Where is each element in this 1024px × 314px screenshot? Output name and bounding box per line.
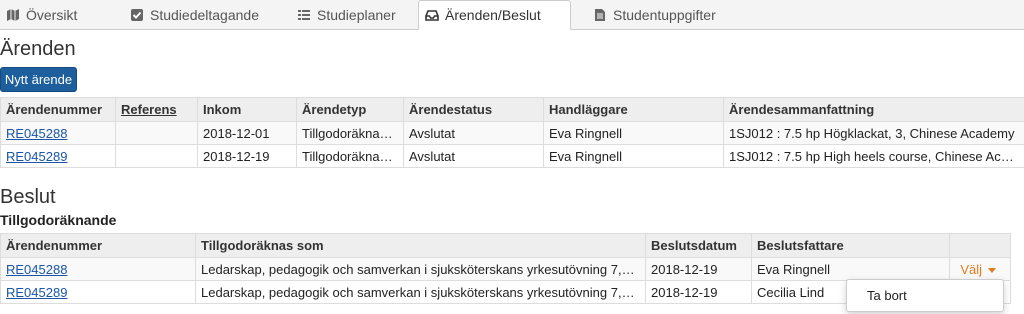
col-beslutsdatum: Beslutsdatum xyxy=(645,233,752,258)
tab-studiedeltagande[interactable]: Studiedeltagande xyxy=(124,0,274,29)
col-arendetyp: Ärendetyp xyxy=(296,97,404,122)
delete-menu-item[interactable]: Ta bort xyxy=(867,288,907,303)
tab-oversikt[interactable]: Översikt xyxy=(0,0,116,29)
tab-label: Studentuppgifter xyxy=(613,6,716,23)
arenden-heading: Ärenden xyxy=(0,38,76,60)
cell-type: Tillgodoräknande xyxy=(296,121,404,145)
cell-maker: Eva Ringnell xyxy=(751,257,950,281)
cell-handler: Eva Ringnell xyxy=(543,144,724,168)
col-arendenummer: Ärendenummer xyxy=(0,97,116,122)
table-row: RE045289 2018-12-19 Tillgodoräknande Avs… xyxy=(0,144,1024,168)
tab-bar: Översikt Studiedeltagande Studieplaner Ä… xyxy=(0,0,1024,30)
case-link[interactable]: RE045288 xyxy=(6,126,67,141)
cell-status: Avslutat xyxy=(403,121,544,145)
col-arendestatus: Ärendestatus xyxy=(403,97,544,122)
col-beslutsfattare: Beslutsfattare xyxy=(751,233,950,258)
table-header-row: Ärendenummer Tillgodoräknas som Beslutsd… xyxy=(0,233,1011,258)
tab-studentuppgifter[interactable]: Studentuppgifter xyxy=(587,0,727,29)
map-icon xyxy=(6,8,20,22)
cell-as: Ledarskap, pedagogik och samverkan i sju… xyxy=(195,257,646,281)
col-inkom: Inkom xyxy=(197,97,297,122)
tab-label: Översikt xyxy=(26,6,78,23)
table-header-row: Ärendenummer Referens Inkom Ärendetyp Är… xyxy=(0,97,1024,122)
tab-label: Studiedeltagande xyxy=(150,6,259,23)
col-action xyxy=(949,233,1011,258)
tab-label: Studieplaner xyxy=(317,6,396,23)
tab-studieplaner[interactable]: Studieplaner xyxy=(291,0,411,29)
choose-label: Välj xyxy=(960,261,982,277)
col-referens[interactable]: Referens xyxy=(115,97,198,122)
cell-handler: Eva Ringnell xyxy=(543,121,724,145)
tab-arenden-beslut[interactable]: Ärenden/Beslut xyxy=(418,0,571,30)
beslut-subheading: Tillgodoräknande xyxy=(0,212,117,228)
checkbox-icon xyxy=(130,8,144,22)
col-handlaggare: Handläggare xyxy=(543,97,724,122)
col-arendesammanfattning: Ärendesammanfattning xyxy=(723,97,1024,122)
choose-dropdown-toggle[interactable]: Välj xyxy=(949,257,1011,281)
case-link[interactable]: RE045289 xyxy=(6,285,67,300)
table-row: RE045288 Ledarskap, pedagogik och samver… xyxy=(0,257,1011,281)
case-link[interactable]: RE045288 xyxy=(6,262,67,277)
cell-ref xyxy=(115,144,198,168)
case-link[interactable]: RE045289 xyxy=(6,149,67,164)
cell-inkom: 2018-12-19 xyxy=(197,144,297,168)
cases-table: Ärendenummer Referens Inkom Ärendetyp Är… xyxy=(0,97,1024,168)
cell-type: Tillgodoräknande xyxy=(296,144,404,168)
table-row: RE045288 2018-12-01 Tillgodoräknande Avs… xyxy=(0,121,1024,145)
cell-ref xyxy=(115,121,198,145)
tab-label: Ärenden/Beslut xyxy=(445,7,541,23)
col-arendenummer: Ärendenummer xyxy=(0,233,196,258)
cell-summary: 1SJ012 : 7.5 hp High heels course, Chine… xyxy=(723,144,1024,168)
beslut-heading: Beslut xyxy=(0,186,56,208)
caret-down-icon xyxy=(988,267,996,273)
cell-status: Avslutat xyxy=(403,144,544,168)
document-icon xyxy=(593,8,607,22)
new-case-button[interactable]: Nytt ärende xyxy=(0,67,77,92)
cell-as: Ledarskap, pedagogik och samverkan i sju… xyxy=(195,280,646,304)
cell-summary: 1SJ012 : 7.5 hp Högklackat, 3, Chinese A… xyxy=(723,121,1024,145)
inbox-icon xyxy=(425,8,439,22)
cell-date: 2018-12-19 xyxy=(645,280,752,304)
cell-inkom: 2018-12-01 xyxy=(197,121,297,145)
cell-date: 2018-12-19 xyxy=(645,257,752,281)
list-icon xyxy=(297,8,311,22)
col-tillgodoraknas-som: Tillgodoräknas som xyxy=(195,233,646,258)
action-dropdown-menu: Ta bort xyxy=(846,279,1004,312)
